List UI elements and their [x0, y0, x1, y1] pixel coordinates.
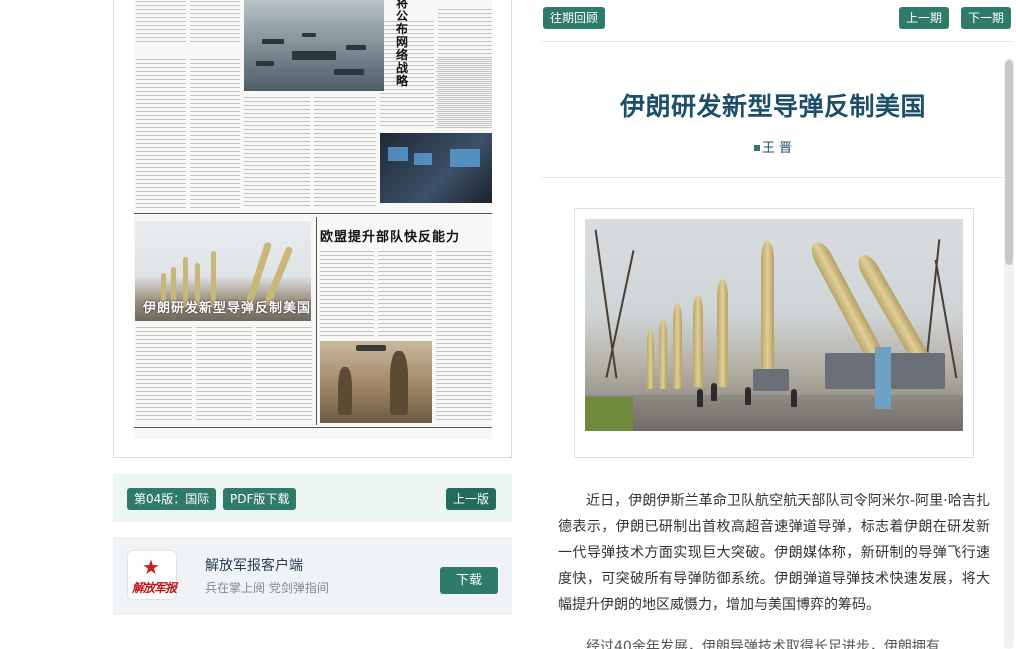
next-issue-button[interactable]: 下一期: [961, 7, 1012, 29]
app-logo: ★ 解放军报: [127, 550, 177, 600]
prev-edition-button[interactable]: 上一版: [446, 488, 497, 510]
divider: [542, 177, 1004, 178]
article-title: 伊朗研发新型导弹反制美国: [619, 92, 926, 121]
text-column: [378, 251, 432, 337]
article-photo-frame: [574, 208, 974, 458]
divider: [134, 213, 492, 214]
divider: [316, 217, 317, 425]
text-column: [244, 97, 310, 209]
app-promo: ★ 解放军报 解放军报客户端 兵在掌上阅 党剑弹指间 下载: [113, 537, 512, 615]
version-bar: 第04版：国际 PDF版下载 上一版: [113, 474, 512, 522]
article-paragraph: 经过40余年发展，伊朗导弹技术取得长足进步，伊朗拥有: [586, 639, 940, 649]
text-column: [190, 1, 240, 45]
app-subtitle: 兵在掌上阅 党剑弹指间: [205, 581, 329, 595]
archive-button[interactable]: 往期回顾: [543, 7, 606, 29]
text-column: [190, 59, 240, 209]
newspaper-headline: 欧盟提升部队快反能力: [320, 230, 461, 245]
article-paragraph: 近日，伊朗伊斯兰革命卫队航空航天部队司令阿米尔-阿里·哈吉扎德表示，伊朗已研制出…: [558, 493, 990, 613]
fleet-photo: [244, 0, 384, 91]
text-column: [136, 327, 192, 423]
text-column: [314, 97, 376, 209]
text-column: [136, 1, 186, 45]
newspaper-page-preview[interactable]: 将公布 网络战略 伊朗研发新型导弹反制美国 欧盟提升部队快反能力: [113, 0, 512, 458]
text-column: [136, 59, 186, 209]
page: 将公布 网络战略 伊朗研发新型导弹反制美国 欧盟提升部队快反能力 第04版：国际…: [0, 0, 1016, 649]
newspaper-page: 将公布 网络战略 伊朗研发新型导弹反制美国 欧盟提升部队快反能力: [134, 0, 492, 439]
app-title: 解放军报客户端: [205, 558, 303, 574]
newspaper-vertical-headline: 将公布 网络战略: [396, 0, 409, 88]
newspaper-photo-caption: 伊朗研发新型导弹反制美国: [143, 301, 312, 316]
prev-issue-button[interactable]: 上一期: [899, 7, 950, 29]
divider: [134, 427, 492, 428]
scrollbar-thumb[interactable]: [1005, 60, 1013, 265]
app-logo-text: 解放军报: [132, 581, 177, 595]
text-column: [320, 251, 374, 337]
app-download-button[interactable]: 下载: [440, 567, 498, 594]
article-author: 王 晋: [542, 137, 1004, 156]
pdf-download-button[interactable]: PDF版下载: [223, 488, 297, 510]
square-bullet-icon: [753, 145, 760, 151]
missile-photo-thumbnail: 伊朗研发新型导弹反制美国: [135, 221, 311, 321]
star-icon: ★: [142, 555, 160, 579]
edition-label-button[interactable]: 第04版：国际: [127, 488, 217, 510]
text-column: [196, 327, 252, 423]
missile-display-photo[interactable]: [585, 219, 963, 431]
server-room-photo: [380, 133, 492, 203]
soldiers-photo: [320, 341, 432, 423]
text-column: [256, 327, 312, 423]
author-name: 王 晋: [761, 141, 793, 156]
divider: [542, 41, 1012, 42]
text-column: [436, 251, 492, 423]
article-panel: 伊朗研发新型导弹反制美国 王 晋 近日，伊朗伊斯兰革命卫队航空航天部队司令阿米尔…: [542, 56, 1004, 649]
text-column: [436, 59, 492, 129]
